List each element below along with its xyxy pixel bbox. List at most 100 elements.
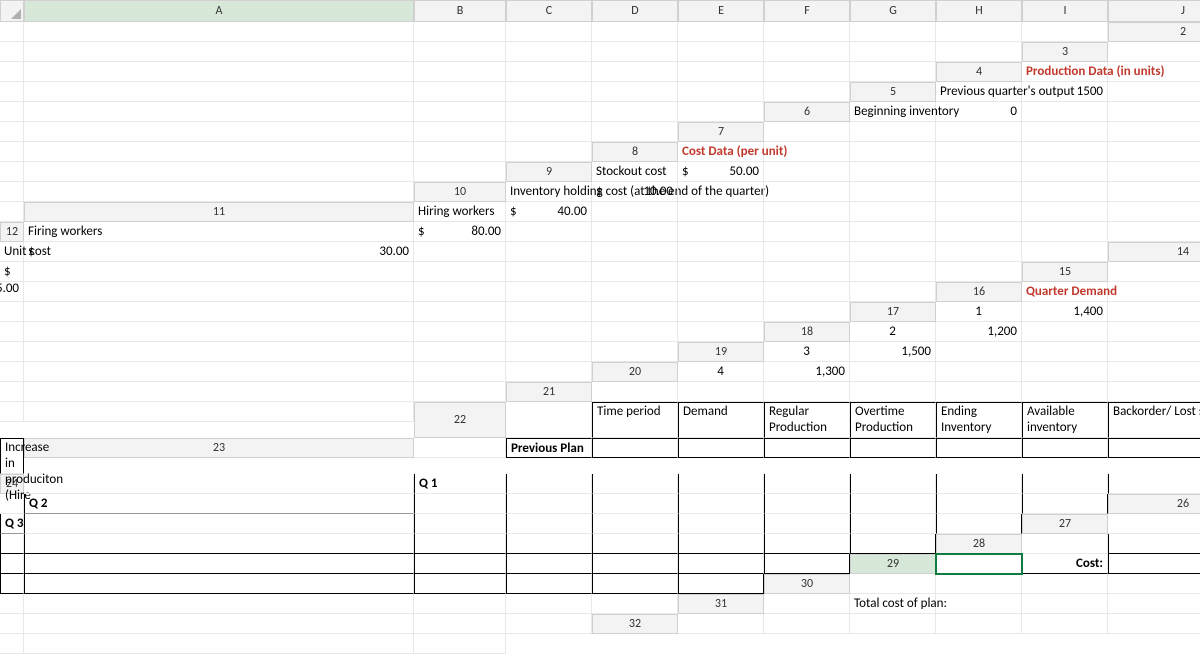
cell-B2[interactable]	[0, 42, 24, 62]
cell-D7[interactable]	[1022, 122, 1108, 142]
cell-G29[interactable]	[414, 574, 506, 594]
cell-I19[interactable]	[414, 362, 506, 382]
cell-D30[interactable]	[1108, 574, 1200, 594]
cell-B29[interactable]: Cost:	[1022, 554, 1108, 574]
cell-D20[interactable]	[936, 362, 1022, 382]
cell-A10[interactable]: Inventory holding cost (at the end of th…	[506, 182, 592, 202]
cell-F18[interactable]	[0, 342, 24, 362]
cell-C13[interactable]	[414, 242, 506, 262]
cell-E1[interactable]	[592, 22, 678, 42]
cell-H24[interactable]	[936, 474, 1022, 494]
cell-G4[interactable]	[506, 82, 592, 102]
col-header-A[interactable]: A	[24, 0, 414, 22]
cell-F2[interactable]	[592, 42, 678, 62]
cell-H28[interactable]	[592, 554, 678, 574]
cell-I23[interactable]	[1108, 438, 1200, 458]
col-header-C[interactable]: C	[506, 0, 592, 22]
cell-J6[interactable]	[592, 122, 678, 142]
cell-C19[interactable]	[936, 342, 1022, 362]
cell-F24[interactable]	[764, 474, 850, 494]
cell-D31[interactable]	[1022, 594, 1108, 614]
cell-D2[interactable]	[414, 42, 506, 62]
cell-I4[interactable]	[678, 82, 764, 102]
row-header-32[interactable]: 32	[592, 614, 678, 634]
cell-F32[interactable]	[1108, 614, 1200, 634]
cell-A30[interactable]	[850, 574, 936, 594]
cell-E25[interactable]	[592, 494, 678, 514]
cell-F30[interactable]	[0, 594, 24, 614]
cell-H30[interactable]	[414, 594, 506, 614]
cell-G13[interactable]	[764, 242, 850, 262]
row-header-29[interactable]: 29	[850, 554, 936, 574]
cell-F5[interactable]	[24, 102, 414, 122]
cell-A21[interactable]	[592, 382, 678, 402]
cell-G14[interactable]	[678, 262, 764, 282]
cell-A23[interactable]	[414, 438, 506, 458]
cell-G9[interactable]	[1108, 162, 1200, 182]
cell-G31[interactable]	[0, 614, 24, 634]
cell-J17[interactable]	[678, 322, 764, 342]
cell-E32[interactable]	[1022, 614, 1108, 634]
row-header-28[interactable]: 28	[936, 534, 1022, 554]
cell-F21[interactable]	[1022, 382, 1108, 402]
cell-I7[interactable]	[414, 142, 506, 162]
cell-A3[interactable]	[1108, 42, 1200, 62]
cell-F26[interactable]	[592, 514, 678, 534]
cell-I3[interactable]	[764, 62, 850, 82]
cell-A1[interactable]	[0, 22, 24, 42]
cell-I29[interactable]	[592, 574, 678, 594]
cell-A16[interactable]: Quarter Demand	[1022, 282, 1108, 302]
cell-C10[interactable]	[678, 182, 764, 202]
row-header-22[interactable]: 22	[414, 402, 506, 438]
cell-J22[interactable]: Increase in produciton (Hire	[0, 438, 24, 474]
cell-G1[interactable]	[764, 22, 850, 42]
cell-J32[interactable]	[414, 634, 506, 654]
cell-J28[interactable]	[764, 554, 850, 574]
cell-D16[interactable]	[0, 302, 24, 322]
cell-I1[interactable]	[936, 22, 1022, 42]
cell-D8[interactable]	[936, 142, 1022, 162]
cell-H11[interactable]	[1022, 202, 1108, 222]
col-header-G[interactable]: G	[850, 0, 936, 22]
cell-B19[interactable]: 1,500	[850, 342, 936, 362]
cell-F16[interactable]	[414, 302, 506, 322]
cell-E12[interactable]	[678, 222, 764, 242]
cell-D22[interactable]: Regular Production	[764, 402, 850, 438]
row-header-14[interactable]: 14	[1108, 242, 1200, 262]
cell-E26[interactable]	[506, 514, 592, 534]
cell-C6[interactable]	[1022, 102, 1108, 122]
cell-C5[interactable]	[1108, 82, 1200, 102]
cell-A5[interactable]: Previous quarter's output	[936, 82, 1022, 102]
cell-I16[interactable]	[678, 302, 764, 322]
cell-J15[interactable]	[850, 282, 936, 302]
cell-I2[interactable]	[850, 42, 936, 62]
cell-A9[interactable]: Stockout cost	[592, 162, 678, 182]
row-header-2[interactable]: 2	[1108, 22, 1200, 42]
cell-F13[interactable]	[678, 242, 764, 262]
cell-H23[interactable]	[1022, 438, 1108, 458]
cell-H1[interactable]	[850, 22, 936, 42]
cell-A17[interactable]: 1	[936, 302, 1022, 322]
cell-H7[interactable]	[24, 142, 414, 162]
cell-H4[interactable]	[592, 82, 678, 102]
cell-H26[interactable]	[764, 514, 850, 534]
cell-G24[interactable]	[850, 474, 936, 494]
cell-J1[interactable]	[1022, 22, 1108, 42]
cell-I12[interactable]	[1022, 222, 1108, 242]
cell-B13[interactable]: $30.00	[24, 242, 414, 262]
cell-I14[interactable]	[850, 262, 936, 282]
cell-C7[interactable]	[936, 122, 1022, 142]
cell-D13[interactable]	[506, 242, 592, 262]
cell-G10[interactable]	[1022, 182, 1108, 202]
cell-D21[interactable]	[850, 382, 936, 402]
cell-J5[interactable]	[678, 102, 764, 122]
cell-G3[interactable]	[592, 62, 678, 82]
cell-A7[interactable]	[764, 122, 850, 142]
cell-J27[interactable]	[850, 534, 936, 554]
row-header-26[interactable]: 26	[1108, 494, 1200, 514]
cell-J30[interactable]	[592, 594, 678, 614]
cell-B23[interactable]: Previous Plan	[506, 438, 592, 458]
col-header-J[interactable]: J	[1108, 0, 1200, 22]
cell-I30[interactable]	[506, 594, 592, 614]
col-header-E[interactable]: E	[678, 0, 764, 22]
